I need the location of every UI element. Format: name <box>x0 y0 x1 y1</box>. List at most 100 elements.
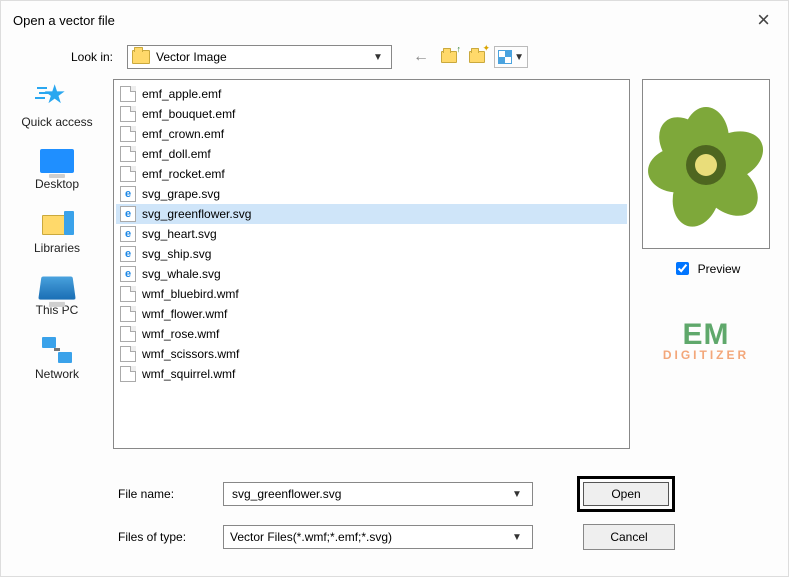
grid-icon <box>498 50 512 64</box>
file-name: wmf_scissors.wmf <box>142 347 239 361</box>
file-item[interactable]: svg_grape.svg <box>116 184 627 204</box>
document-file-icon <box>120 166 136 182</box>
document-file-icon <box>120 86 136 102</box>
filename-row: File name: ▼ Open <box>13 476 776 512</box>
view-menu-button[interactable]: ▼ <box>494 46 528 68</box>
preview-checkbox-input[interactable] <box>676 262 689 275</box>
file-item[interactable]: emf_doll.emf <box>116 144 627 164</box>
libraries-icon <box>42 211 72 237</box>
chevron-down-icon: ▼ <box>514 52 524 63</box>
filetype-combo[interactable]: Vector Files(*.wmf;*.emf;*.svg) ▼ <box>223 525 533 549</box>
place-desktop[interactable]: Desktop <box>35 149 79 191</box>
preview-image <box>656 109 756 219</box>
file-item[interactable]: emf_crown.emf <box>116 124 627 144</box>
place-libraries[interactable]: Libraries <box>34 211 80 255</box>
file-item[interactable]: wmf_scissors.wmf <box>116 344 627 364</box>
file-item[interactable]: wmf_flower.wmf <box>116 304 627 324</box>
document-file-icon <box>120 146 136 162</box>
ie-file-icon <box>120 266 136 282</box>
filetype-row: Files of type: Vector Files(*.wmf;*.emf;… <box>13 524 776 550</box>
lookin-dropdown[interactable]: Vector Image ▼ <box>127 45 392 69</box>
ie-file-icon <box>120 206 136 222</box>
filename-combo[interactable]: ▼ <box>223 482 533 506</box>
document-file-icon <box>120 326 136 342</box>
file-item[interactable]: svg_ship.svg <box>116 244 627 264</box>
sparkle-icon: ✦ <box>482 43 490 54</box>
desktop-icon <box>40 149 74 173</box>
preview-checkbox-label: Preview <box>698 262 741 276</box>
file-name: svg_grape.svg <box>142 187 220 201</box>
file-name: wmf_rose.wmf <box>142 327 219 341</box>
file-item[interactable]: svg_whale.svg <box>116 264 627 284</box>
filetype-value: Vector Files(*.wmf;*.emf;*.svg) <box>230 530 508 544</box>
document-file-icon <box>120 286 136 302</box>
folder-icon <box>132 50 150 64</box>
folder-icon <box>441 51 457 63</box>
place-quick-access[interactable]: Quick access <box>21 83 92 129</box>
dialog-title: Open a vector file <box>13 13 115 28</box>
lookin-label: Look in: <box>13 50 113 64</box>
chevron-down-icon: ▼ <box>508 489 526 500</box>
bottom-controls: File name: ▼ Open Files of type: Vector … <box>1 476 788 562</box>
places-bar: Quick access Desktop Libraries This PC N… <box>7 79 107 449</box>
chevron-down-icon: ▼ <box>508 532 526 543</box>
watermark: EM DIGITIZER <box>663 318 749 362</box>
open-file-dialog: Open a vector file × Look in: Vector Ima… <box>0 0 789 577</box>
network-icon <box>42 337 72 363</box>
preview-checkbox[interactable]: Preview <box>672 259 741 278</box>
arrow-up-icon: ↑ <box>457 44 462 54</box>
file-item[interactable]: svg_greenflower.svg <box>116 204 627 224</box>
file-item[interactable]: emf_bouquet.emf <box>116 104 627 124</box>
file-name: wmf_flower.wmf <box>142 307 227 321</box>
preview-pane: Preview EM DIGITIZER <box>636 79 776 449</box>
document-file-icon <box>120 366 136 382</box>
titlebar: Open a vector file × <box>1 1 788 41</box>
open-button-highlight: Open <box>577 476 675 512</box>
file-name: svg_greenflower.svg <box>142 207 251 221</box>
place-label: Quick access <box>21 115 92 129</box>
file-item[interactable]: emf_rocket.emf <box>116 164 627 184</box>
up-one-level-button[interactable]: ↑ <box>438 46 460 68</box>
file-item[interactable]: wmf_squirrel.wmf <box>116 364 627 384</box>
close-icon[interactable]: × <box>751 7 776 33</box>
file-name: emf_bouquet.emf <box>142 107 235 121</box>
arrow-left-icon: ← <box>413 48 429 66</box>
this-pc-icon <box>38 277 75 300</box>
file-name: wmf_bluebird.wmf <box>142 287 239 301</box>
document-file-icon <box>120 126 136 142</box>
ie-file-icon <box>120 186 136 202</box>
ie-file-icon <box>120 226 136 242</box>
file-name: svg_whale.svg <box>142 267 221 281</box>
file-list[interactable]: emf_apple.emf emf_bouquet.emf emf_crown.em… <box>113 79 630 449</box>
new-folder-button[interactable]: ✦ <box>466 46 488 68</box>
file-name: wmf_squirrel.wmf <box>142 367 235 381</box>
file-item[interactable]: wmf_bluebird.wmf <box>116 284 627 304</box>
nav-toolbar: ← ↑ ✦ ▼ <box>410 46 528 68</box>
document-file-icon <box>120 106 136 122</box>
dialog-body: Quick access Desktop Libraries This PC N… <box>1 79 788 449</box>
cancel-button[interactable]: Cancel <box>583 524 675 550</box>
preview-box <box>642 79 770 249</box>
file-name: emf_apple.emf <box>142 87 221 101</box>
lookin-row: Look in: Vector Image ▼ ← ↑ ✦ ▼ <box>1 41 788 79</box>
file-item[interactable]: emf_apple.emf <box>116 84 627 104</box>
filename-label: File name: <box>13 487 213 501</box>
file-name: emf_rocket.emf <box>142 167 225 181</box>
place-label: Network <box>35 367 79 381</box>
watermark-line2: DIGITIZER <box>663 348 749 362</box>
place-this-pc[interactable]: This PC <box>36 275 79 317</box>
file-item[interactable]: svg_heart.svg <box>116 224 627 244</box>
back-button[interactable]: ← <box>410 46 432 68</box>
filename-input[interactable] <box>230 486 508 502</box>
file-name: svg_heart.svg <box>142 227 217 241</box>
document-file-icon <box>120 346 136 362</box>
file-item[interactable]: wmf_rose.wmf <box>116 324 627 344</box>
open-button[interactable]: Open <box>583 482 669 506</box>
place-label: Libraries <box>34 241 80 255</box>
place-label: Desktop <box>35 177 79 191</box>
place-network[interactable]: Network <box>35 337 79 381</box>
file-name: emf_crown.emf <box>142 127 224 141</box>
filetype-label: Files of type: <box>13 530 213 544</box>
ie-file-icon <box>120 246 136 262</box>
quick-access-icon <box>43 83 71 111</box>
